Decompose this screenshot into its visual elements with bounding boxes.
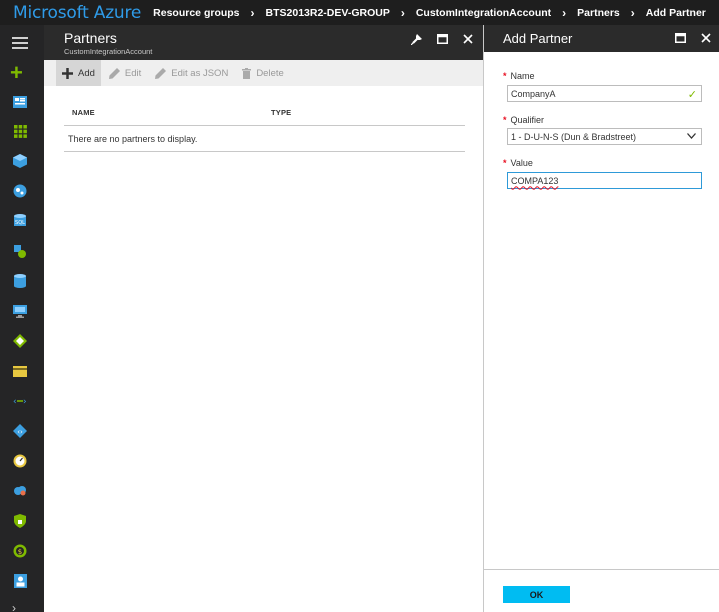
command-bar: Add Edit Edit as JSON Delete	[44, 60, 483, 86]
blade-title: Add Partner	[503, 31, 573, 46]
cost-icon[interactable]: $	[12, 543, 28, 559]
storage-icon[interactable]	[12, 273, 28, 289]
required-icon: *	[503, 71, 507, 81]
edit-button[interactable]: Edit	[103, 60, 147, 86]
breadcrumb-partners[interactable]: Partners	[577, 7, 620, 19]
users-icon[interactable]	[12, 573, 28, 589]
partners-blade: Partners CustomIntegrationAccount Add Ed…	[44, 25, 483, 612]
add-partner-blade: Add Partner * Name CompanyA ✓ * Qualifier …	[483, 25, 719, 612]
add-label: Add	[78, 67, 95, 79]
name-input[interactable]: CompanyA ✓	[507, 85, 702, 102]
edit-json-button[interactable]: Edit as JSON	[149, 60, 234, 86]
breadcrumb-separator-icon: ›	[400, 5, 405, 20]
delete-button[interactable]: Delete	[236, 60, 289, 86]
load-balancers-icon[interactable]	[12, 333, 28, 349]
value-label: * Value	[503, 158, 533, 168]
virtual-networks-icon[interactable]: ‹ ›	[12, 393, 28, 409]
partners-table: NAME TYPE There are no partners to displ…	[64, 100, 465, 152]
security-center-icon[interactable]	[12, 513, 28, 529]
cloud-services-icon[interactable]	[12, 243, 28, 259]
edit-json-label: Edit as JSON	[171, 67, 229, 79]
ok-button[interactable]: OK	[503, 586, 570, 603]
value-input[interactable]: COMPA123	[507, 172, 702, 189]
qualifier-select[interactable]: 1 - D-U-N-S (Dun & Bradstreet)	[507, 128, 702, 145]
delete-label: Delete	[256, 67, 284, 79]
add-icon	[62, 67, 73, 79]
breadcrumb-resource-group[interactable]: BTS2013R2-DEV-GROUP	[266, 7, 390, 19]
column-header-type[interactable]: TYPE	[271, 108, 291, 117]
pencil-icon	[155, 67, 167, 79]
blade-subtitle: CustomIntegrationAccount	[64, 47, 153, 56]
table-header: NAME TYPE	[64, 100, 465, 126]
breadcrumb-separator-icon: ›	[250, 5, 255, 20]
blade-title: Partners	[64, 30, 117, 46]
valid-check-icon: ✓	[687, 89, 697, 101]
subscriptions-icon[interactable]	[12, 363, 28, 379]
close-icon[interactable]	[461, 32, 475, 46]
svg-text:›: ›	[23, 397, 27, 405]
dashboard-icon[interactable]	[12, 94, 28, 110]
breadcrumb-separator-icon: ›	[562, 5, 567, 20]
blade-footer: OK	[484, 569, 719, 612]
app-services-icon[interactable]	[12, 183, 28, 199]
left-nav-rail: + SQL ‹ › ‹› $ ›	[0, 25, 44, 612]
virtual-machines-icon[interactable]	[12, 303, 28, 319]
azure-brand[interactable]: Microsoft Azure	[13, 3, 141, 23]
close-icon[interactable]	[699, 31, 713, 45]
svg-text:SQL: SQL	[15, 220, 25, 226]
new-icon[interactable]: +	[10, 62, 23, 84]
partners-blade-header: Partners CustomIntegrationAccount	[44, 25, 483, 60]
monitor-icon[interactable]	[12, 453, 28, 469]
svg-text:‹›: ‹›	[17, 428, 23, 436]
qualifier-label: * Qualifier	[503, 115, 545, 125]
breadcrumb-resource-groups[interactable]: Resource groups	[153, 7, 239, 19]
breadcrumb-integration-account[interactable]: CustomIntegrationAccount	[416, 7, 551, 19]
pin-icon[interactable]	[409, 32, 423, 46]
maximize-icon[interactable]	[673, 31, 687, 45]
required-icon: *	[503, 158, 507, 168]
menu-icon[interactable]	[12, 37, 28, 52]
hdinsight-icon[interactable]	[12, 483, 28, 499]
svg-text:$: $	[18, 548, 22, 556]
pencil-icon	[108, 67, 120, 79]
edit-label: Edit	[124, 67, 142, 79]
all-resources-icon[interactable]	[12, 123, 28, 139]
name-label: * Name	[503, 71, 535, 81]
marketplace-icon[interactable]: ‹›	[12, 423, 28, 439]
resource-groups-icon[interactable]	[12, 153, 28, 169]
add-partner-header: Add Partner	[484, 25, 719, 52]
svg-text:‹: ‹	[13, 397, 17, 405]
trash-icon	[242, 67, 252, 79]
add-button[interactable]: Add	[56, 60, 101, 86]
required-icon: *	[503, 115, 507, 125]
sql-databases-icon[interactable]: SQL	[12, 213, 28, 229]
chevron-down-icon	[687, 131, 696, 141]
breadcrumb-add-partner[interactable]: Add Partner	[646, 7, 706, 19]
top-bar: Microsoft Azure Resource groups › BTS201…	[0, 0, 719, 25]
more-services-icon[interactable]: ›	[12, 601, 16, 612]
empty-message: There are no partners to display.	[64, 126, 465, 152]
breadcrumb-separator-icon: ›	[630, 5, 635, 20]
column-header-name[interactable]: NAME	[64, 108, 271, 117]
maximize-icon[interactable]	[435, 32, 449, 46]
